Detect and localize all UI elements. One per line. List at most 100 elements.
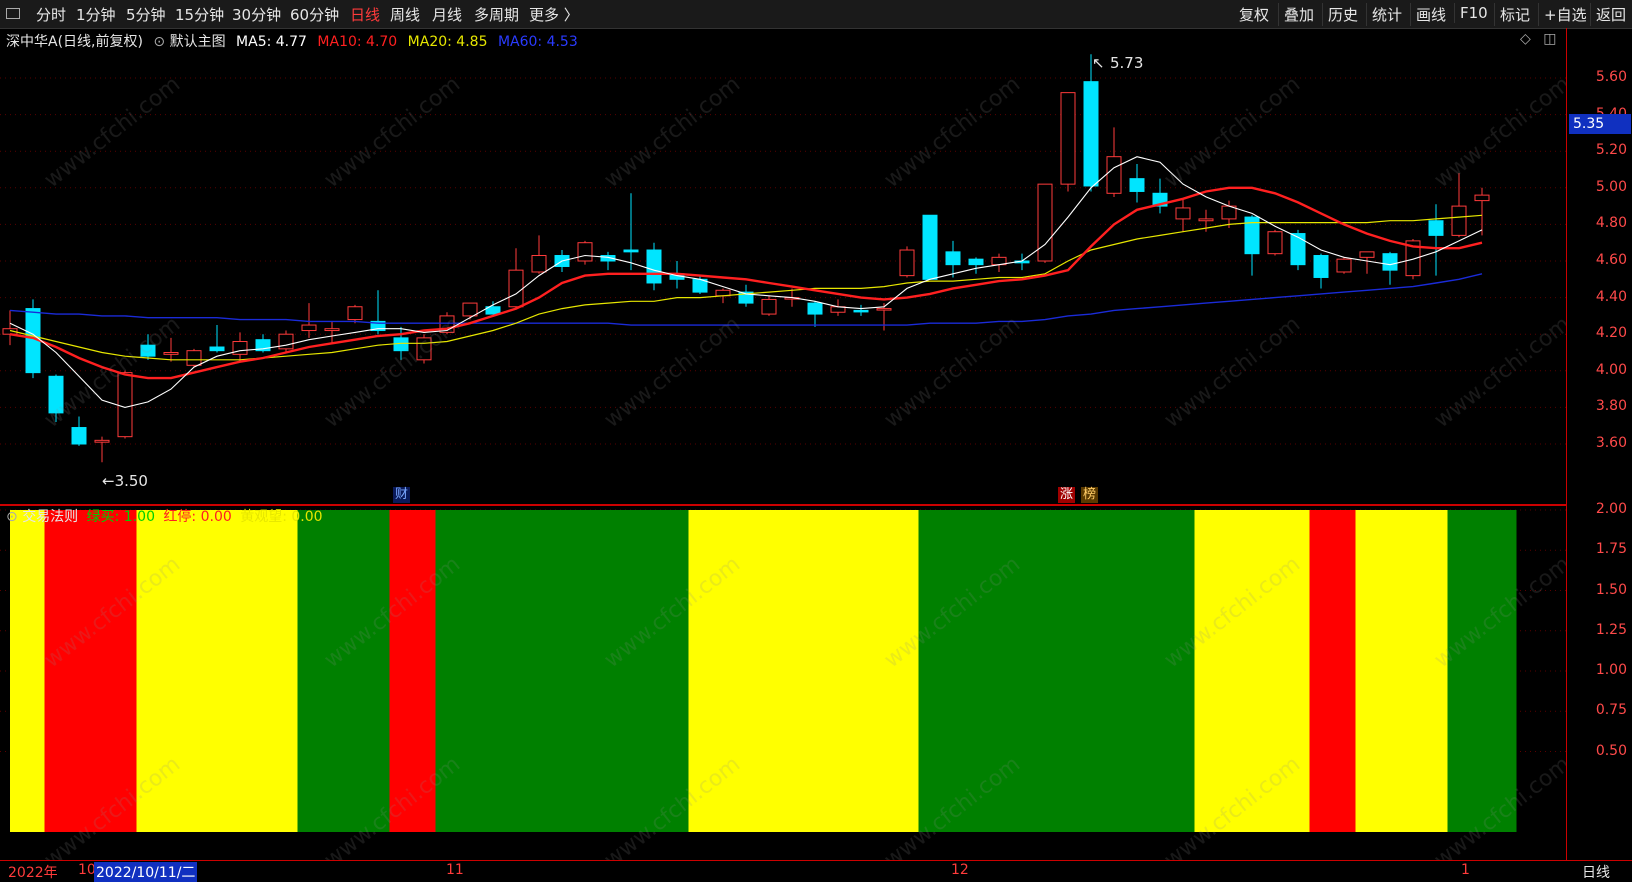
- candle-body: [462, 302, 478, 317]
- date-label-dec: 12: [951, 862, 969, 878]
- date-label-nov: 11: [446, 862, 464, 878]
- indicator-menu-icon[interactable]: ⊙: [6, 509, 18, 525]
- period-tab-fenshi[interactable]: 分时: [36, 4, 66, 25]
- candle: [508, 248, 524, 309]
- indicator-name[interactable]: 交易法则: [22, 509, 78, 525]
- price-tick-label: 4.20: [1595, 325, 1627, 342]
- candlestick-chart[interactable]: 深中华A(日线,前复权) ⊙ 默认主图 MA5: 4.77 MA10: 4.70…: [0, 28, 1566, 504]
- candle: [1106, 127, 1122, 197]
- indicator-chart-svg: [0, 509, 1566, 832]
- date-axis[interactable]: 2022年 10 2022/10/11/二 11 12 1 日线: [0, 860, 1632, 882]
- layout-toggle-icon[interactable]: ◫: [1543, 31, 1556, 47]
- ma5-line: [9, 156, 1483, 408]
- candle-body: [1290, 233, 1306, 266]
- candle-body: [117, 372, 133, 438]
- candle: [1037, 183, 1053, 263]
- history-button[interactable]: 历史: [1322, 3, 1363, 26]
- period-tab-multi[interactable]: 多周期: [474, 4, 519, 25]
- date-label-year: 2022年: [8, 865, 58, 881]
- period-tab-30min[interactable]: 30分钟: [232, 4, 281, 25]
- stats-button[interactable]: 统计: [1366, 3, 1407, 26]
- candle: [117, 370, 133, 439]
- period-tab-monthly[interactable]: 月线: [432, 4, 462, 25]
- limit-up-tag[interactable]: 涨: [1058, 487, 1076, 503]
- candle: [1451, 173, 1467, 238]
- candle: [1267, 229, 1283, 256]
- candle: [1152, 178, 1168, 214]
- candle: [1336, 257, 1352, 274]
- period-tab-60min[interactable]: 60分钟: [290, 4, 339, 25]
- indicator-band: [136, 510, 298, 832]
- candle-body: [140, 344, 156, 357]
- candle: [623, 193, 639, 271]
- finance-tag[interactable]: 财: [393, 487, 411, 503]
- indicator-band: [389, 510, 436, 832]
- price-axis[interactable]: 5.605.405.205.004.804.604.404.204.003.80…: [1566, 28, 1632, 860]
- indicator-band: [435, 510, 689, 832]
- candle: [922, 214, 938, 280]
- candle-body: [186, 350, 202, 366]
- indicator-band: [1194, 510, 1310, 832]
- candle-body: [853, 309, 869, 313]
- candle: [370, 290, 386, 335]
- candle: [738, 284, 754, 307]
- candle: [531, 235, 547, 274]
- period-tab-more[interactable]: 更多 〉: [529, 4, 579, 25]
- indicator-tick-label: 0.50: [1595, 742, 1627, 759]
- indicator-band: [1355, 510, 1448, 832]
- period-tab-weekly[interactable]: 周线: [390, 4, 420, 25]
- price-tick-label: 5.00: [1595, 178, 1627, 195]
- period-tab-1min[interactable]: 1分钟: [76, 4, 116, 25]
- date-label-jan: 1: [1461, 862, 1470, 878]
- candle-body: [1106, 156, 1122, 194]
- window-menu-icon[interactable]: [6, 8, 20, 19]
- candle-body: [577, 242, 593, 262]
- candle: [1313, 253, 1329, 289]
- candle: [1129, 164, 1145, 203]
- mark-button[interactable]: 标记: [1494, 3, 1535, 26]
- candle-body: [807, 302, 823, 315]
- chart-name[interactable]: 默认主图: [170, 34, 226, 50]
- candle-body: [347, 306, 363, 321]
- candle: [324, 321, 340, 344]
- candle: [600, 251, 616, 271]
- candle: [646, 242, 662, 291]
- current-price-tag: 5.35: [1569, 113, 1631, 134]
- indicator-band: [44, 510, 137, 832]
- candle-body: [922, 214, 938, 280]
- rank-tag[interactable]: 榜: [1081, 487, 1099, 503]
- period-toolbar: 分时 1分钟 5分钟 15分钟 30分钟 60分钟 日线 周线 月线 多周期 更…: [0, 0, 1632, 29]
- period-tab-15min[interactable]: 15分钟: [175, 4, 224, 25]
- candle-body: [71, 427, 87, 445]
- period-tab-daily[interactable]: 日线: [350, 4, 380, 25]
- period-tab-5min[interactable]: 5分钟: [126, 4, 166, 25]
- candle-body: [1451, 205, 1467, 236]
- candle-body: [1198, 218, 1214, 222]
- candle: [347, 304, 363, 324]
- candle: [945, 240, 961, 278]
- candle: [1382, 251, 1398, 285]
- candle-body: [1382, 253, 1398, 271]
- chart-menu-icon[interactable]: ⊙: [153, 34, 165, 50]
- f10-button[interactable]: F10: [1454, 3, 1493, 23]
- restore-rights-button[interactable]: 复权: [1234, 3, 1274, 26]
- draw-button[interactable]: 画线: [1410, 3, 1451, 26]
- candle: [278, 330, 294, 353]
- indicator-tick-label: 1.25: [1595, 621, 1627, 638]
- stock-name[interactable]: 深中华A: [6, 34, 58, 50]
- trading-rule-indicator[interactable]: ⊙ 交易法则 绿买: 1.00 红停: 0.00 黄观望: 0.00: [0, 506, 1566, 858]
- candle: [1474, 187, 1490, 236]
- candle-body: [899, 249, 915, 277]
- diamond-icon[interactable]: ◇: [1520, 31, 1531, 47]
- add-watchlist-button[interactable]: +自选: [1538, 3, 1592, 26]
- overlay-button[interactable]: 叠加: [1278, 3, 1319, 26]
- candle: [1290, 229, 1306, 271]
- candle-body: [1083, 81, 1099, 187]
- back-button[interactable]: 返回: [1590, 3, 1631, 26]
- candle: [416, 334, 432, 364]
- candlestick-chart-svg: [0, 54, 1566, 463]
- candle-body: [508, 269, 524, 308]
- candle: [968, 257, 984, 274]
- candle-body: [761, 298, 777, 315]
- price-tick-label: 4.60: [1595, 252, 1627, 268]
